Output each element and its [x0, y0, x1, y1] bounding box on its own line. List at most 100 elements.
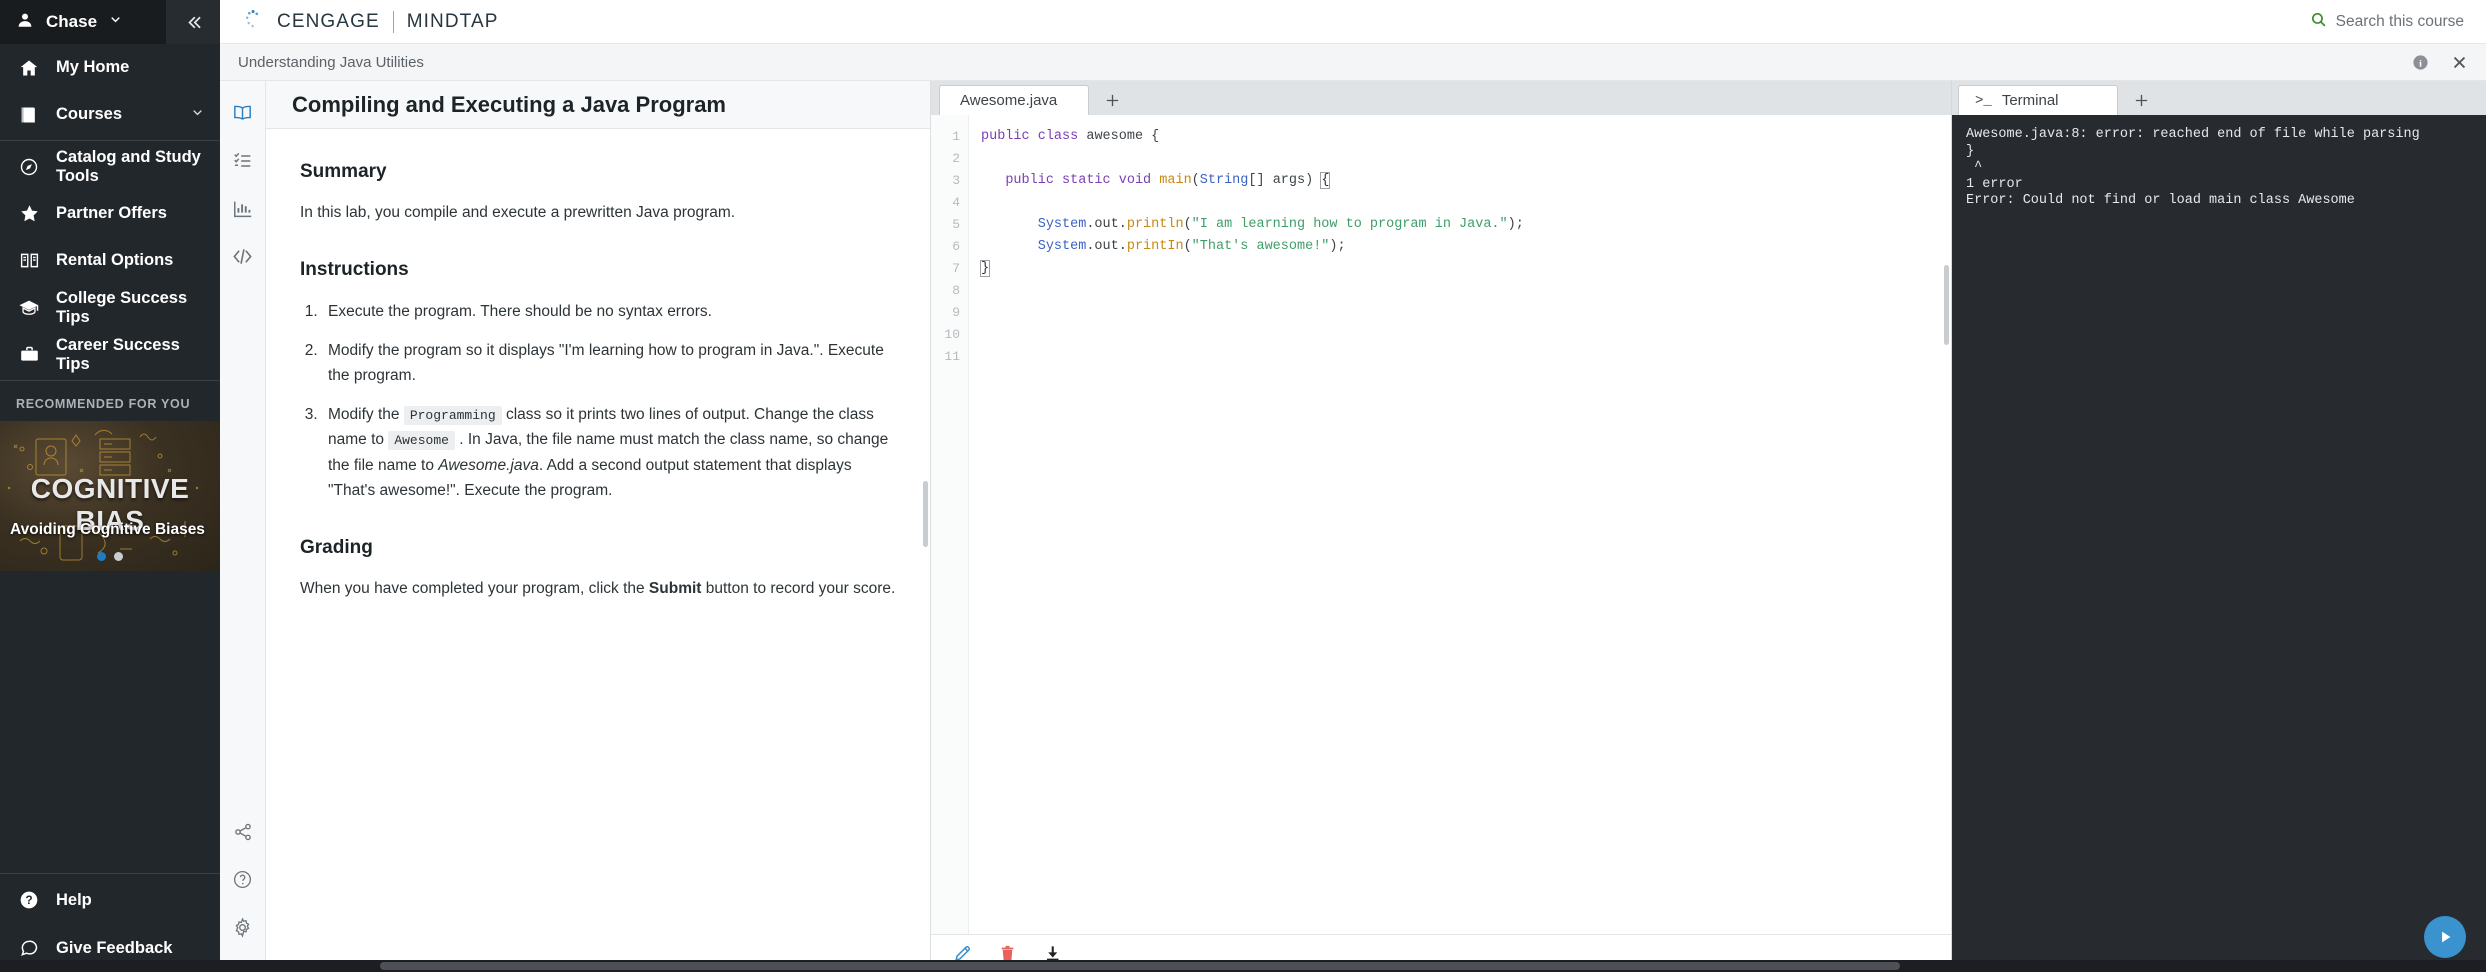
nav-divider — [0, 140, 220, 141]
breadcrumb-actions: i — [2412, 54, 2468, 71]
top-bar: CENGAGE MINDTAP Search this course — [220, 0, 2486, 44]
instructions-scrollbar[interactable] — [923, 481, 928, 547]
play-icon — [2442, 931, 2451, 943]
info-icon[interactable]: i — [2412, 54, 2429, 71]
rail-button-code[interactable] — [220, 235, 266, 283]
rail-button-share[interactable] — [220, 810, 266, 858]
user-icon — [16, 11, 34, 34]
sidebar-item-label: Rental Options — [56, 251, 174, 269]
line-number: 3 — [952, 173, 960, 188]
promo-card[interactable]: COGNITIVE BIAS Avoiding Cognitive Biases — [0, 421, 220, 571]
promo-subtitle: Avoiding Cognitive Biases — [10, 521, 205, 538]
sidebar-item-career-success-tips[interactable]: Career Success Tips — [0, 331, 220, 378]
list-item: Modify the Programming class so it print… — [322, 402, 896, 502]
rail-button-progress[interactable] — [220, 187, 266, 235]
rail-button-instructions[interactable] — [220, 91, 266, 139]
instructions-body: Summary In this lab, you compile and exe… — [266, 129, 930, 621]
run-program-button[interactable] — [2424, 916, 2466, 958]
code-editor: Awesome.java 1 2 3 4 5 6 7 8 9 10 11 public class … — [931, 81, 1951, 972]
terminal-tab[interactable]: >_ Terminal — [1958, 85, 2118, 115]
instructions-heading: Instructions — [300, 259, 409, 281]
line-number: 6 — [952, 239, 960, 254]
summary-heading: Summary — [300, 161, 387, 182]
carousel-dot[interactable] — [97, 552, 106, 561]
text-run: Modify the — [328, 406, 404, 424]
home-icon — [16, 58, 42, 78]
main-region: CENGAGE MINDTAP Search this course Under… — [0, 0, 2486, 972]
line-number: 9 — [952, 305, 960, 320]
sidebar-item-partner-offers[interactable]: Partner Offers — [0, 190, 220, 237]
sidebar-item-college-success-tips[interactable]: College Success Tips — [0, 284, 220, 331]
open-book-icon — [16, 250, 42, 271]
terminal-prompt-icon: >_ — [1975, 92, 1992, 109]
nav-header: Chase — [0, 0, 220, 44]
sidebar-item-label: Courses — [56, 105, 123, 123]
sidebar-item-label: My Home — [56, 58, 130, 76]
brand-primary: CENGAGE — [277, 10, 380, 32]
rail-button-help[interactable] — [220, 858, 266, 906]
editor-tab-bar: Awesome.java — [931, 81, 1951, 115]
brand-divider — [392, 10, 394, 33]
line-number: 11 — [944, 349, 960, 364]
breadcrumb: Understanding Java Utilities — [238, 53, 424, 71]
nav-divider — [0, 873, 220, 874]
page-title: Compiling and Executing a Java Program — [292, 91, 726, 117]
line-number: 5 — [952, 217, 960, 232]
nav-divider — [0, 380, 220, 381]
instructions-header: Compiling and Executing a Java Program — [266, 81, 930, 129]
summary-text: In this lab, you compile and execute a p… — [300, 204, 736, 221]
editor-tab-awesome-java[interactable]: Awesome.java — [939, 85, 1089, 115]
book-open-icon — [231, 101, 254, 129]
line-number: 7 — [952, 261, 960, 276]
svg-text:?: ? — [25, 894, 32, 907]
left-navigation: Chase My Home Courses Catalog and Study … — [0, 0, 220, 972]
new-terminal-tab-button[interactable] — [2118, 85, 2164, 115]
list-item: Modify the program so it displays "I'm l… — [322, 338, 896, 388]
inline-code: Awesome — [388, 431, 455, 451]
breadcrumb-bar: Understanding Java Utilities i — [220, 44, 2486, 81]
carousel-dot[interactable] — [114, 552, 123, 561]
plus-icon — [1106, 94, 1118, 106]
cengage-burst-icon — [242, 8, 264, 35]
help-circle-icon: ? — [16, 890, 42, 910]
emphasis-text: Awesome.java — [438, 456, 539, 474]
user-menu[interactable]: Chase — [0, 0, 166, 44]
text-run: Modify the program so it displays "I'm l… — [328, 342, 884, 385]
user-name: Chase — [46, 12, 98, 31]
feedback-icon — [16, 938, 42, 958]
horizontal-scrollbar[interactable] — [0, 960, 2486, 972]
promo-carousel-dots[interactable] — [0, 552, 220, 561]
sidebar-item-label: Give Feedback — [56, 938, 173, 957]
terminal-tab-label: Terminal — [2001, 92, 2059, 109]
code-brackets-icon — [231, 245, 254, 273]
rail-button-settings[interactable] — [220, 906, 266, 954]
close-icon[interactable] — [2451, 54, 2468, 71]
line-number: 8 — [952, 283, 960, 298]
search-course-button[interactable]: Search this course — [2310, 11, 2464, 33]
briefcase-icon — [16, 344, 42, 365]
sidebar-item-help[interactable]: ? Help — [0, 876, 220, 924]
terminal-output[interactable]: Awesome.java:8: error: reached end of fi… — [1952, 115, 2486, 972]
grading-heading: Grading — [300, 536, 373, 558]
rail-button-checklist[interactable] — [220, 139, 266, 187]
sidebar-item-label: Catalog and Study Tools — [56, 147, 201, 185]
sidebar-item-label: Career Success Tips — [56, 335, 180, 373]
editor-tab-label: Awesome.java — [960, 92, 1058, 109]
new-file-tab-button[interactable] — [1089, 85, 1135, 115]
sidebar-item-courses[interactable]: Courses — [0, 91, 220, 138]
recommended-section-label: RECOMMENDED FOR YOU — [16, 397, 191, 411]
workspace: Compiling and Executing a Java Program S… — [220, 81, 2486, 972]
code-content[interactable]: public class awesome { public static voi… — [969, 115, 1951, 934]
editor-scrollbar[interactable] — [1944, 265, 1949, 345]
instructions-pane: Compiling and Executing a Java Program S… — [266, 81, 931, 972]
sidebar-item-my-home[interactable]: My Home — [0, 44, 220, 91]
sidebar-item-rental-options[interactable]: Rental Options — [0, 237, 220, 284]
plus-icon — [2135, 94, 2147, 106]
collapse-sidebar-button[interactable] — [166, 0, 220, 44]
star-icon — [16, 203, 42, 224]
line-number: 4 — [952, 195, 960, 210]
sidebar-item-catalog-and-study-tools[interactable]: Catalog and Study Tools — [0, 143, 220, 190]
scrollbar-thumb[interactable] — [380, 962, 1900, 970]
text-run: button to record your score. — [701, 579, 896, 597]
code-area[interactable]: 1 2 3 4 5 6 7 8 9 10 11 public class awesome { pub… — [931, 115, 1951, 934]
